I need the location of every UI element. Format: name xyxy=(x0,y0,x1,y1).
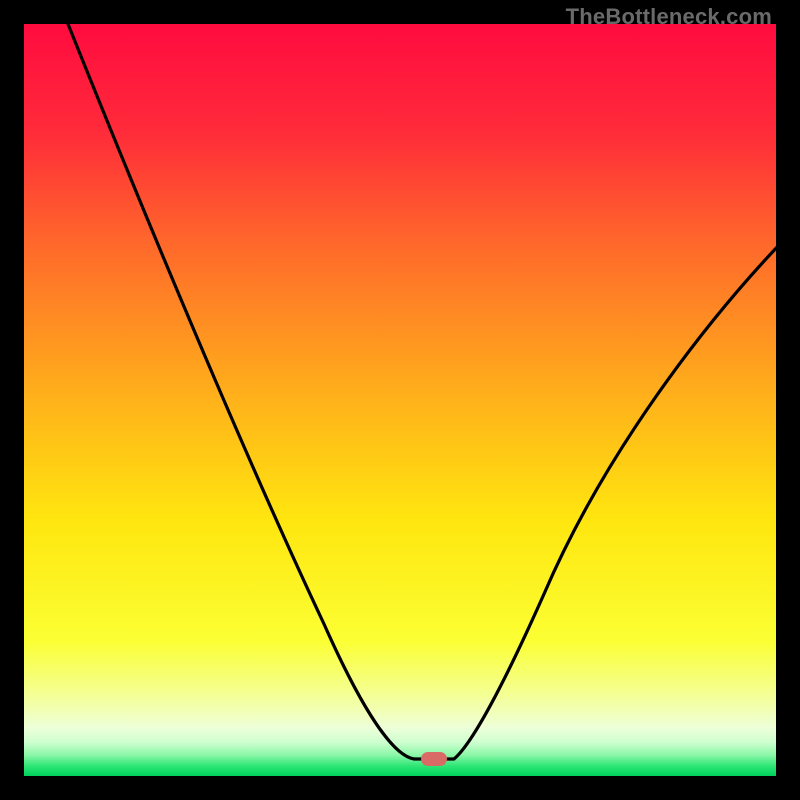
watermark: TheBottleneck.com xyxy=(566,4,772,30)
bottleneck-curve xyxy=(24,24,776,776)
optimum-marker xyxy=(421,752,447,766)
chart-frame: TheBottleneck.com xyxy=(0,0,800,800)
plot-area xyxy=(24,24,776,776)
